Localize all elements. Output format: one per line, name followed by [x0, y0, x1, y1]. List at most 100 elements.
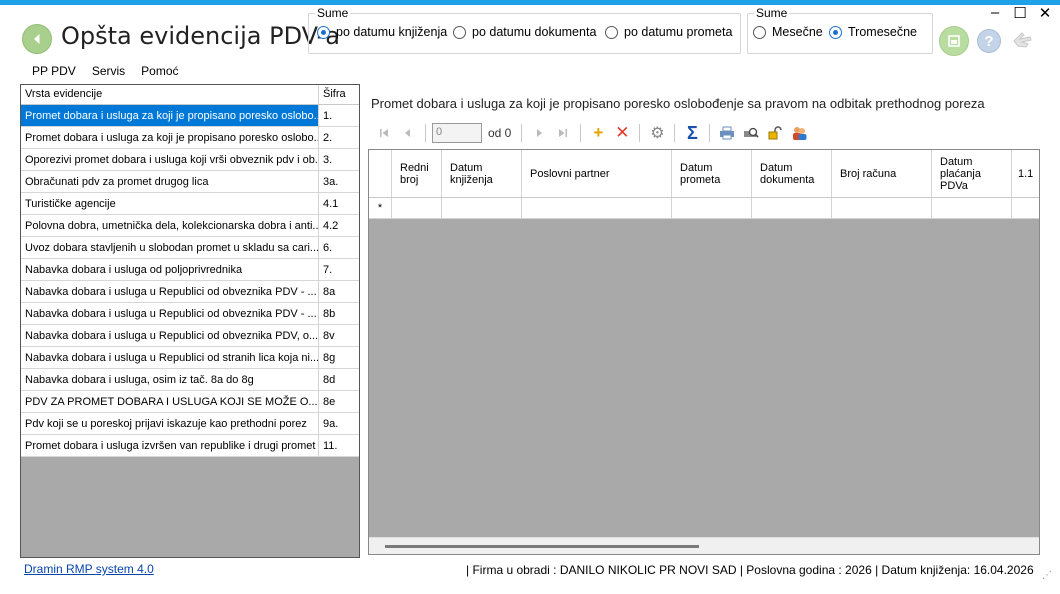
- cell-datum-knjizenja[interactable]: [442, 198, 522, 219]
- minimize-button[interactable]: –: [984, 4, 1006, 21]
- evidencija-row[interactable]: Promet dobara i usluga izvršen van repub…: [21, 435, 359, 457]
- move-first-icon[interactable]: [373, 122, 395, 144]
- evidencija-name-cell[interactable]: Nabavka dobara i usluga u Republici od o…: [21, 281, 319, 302]
- evidencija-code-cell[interactable]: 8a: [319, 281, 359, 302]
- evidencija-row[interactable]: Nabavka dobara i usluga u Republici od s…: [21, 347, 359, 369]
- column-header-datum-knjizenja[interactable]: Datum knjiženja: [442, 150, 522, 197]
- evidencija-row[interactable]: Uvoz dobara stavljenih u slobodan promet…: [21, 237, 359, 259]
- maximize-button[interactable]: ☐: [1009, 4, 1031, 22]
- evidencija-row[interactable]: Nabavka dobara i usluga u Republici od o…: [21, 303, 359, 325]
- radio-po-datumu-prometa[interactable]: po datumu prometa: [605, 25, 732, 39]
- evidencija-name-cell[interactable]: Polovna dobra, umetnička dela, kolekcion…: [21, 215, 319, 236]
- evidencija-code-cell[interactable]: 9a.: [319, 413, 359, 434]
- evidencija-name-cell[interactable]: Nabavka dobara i usluga u Republici od o…: [21, 303, 319, 324]
- hand-pointer-icon[interactable]: [1010, 27, 1036, 53]
- menu-pomoc[interactable]: Pomoć: [133, 62, 186, 80]
- evidencija-row[interactable]: Nabavka dobara i usluga, osim iz tač. 8a…: [21, 369, 359, 391]
- new-row[interactable]: *: [369, 198, 1039, 219]
- delete-icon[interactable]: ✕: [611, 122, 633, 144]
- radio-po-datumu-knjizenja[interactable]: po datumu knjiženja: [317, 25, 447, 39]
- add-new-icon[interactable]: +: [587, 122, 609, 144]
- evidencija-row[interactable]: Pdv koji se u poreskoj prijavi iskazuje …: [21, 413, 359, 435]
- cell-poslovni-partner[interactable]: [522, 198, 672, 219]
- column-header-poslovni-partner[interactable]: Poslovni partner: [522, 150, 672, 197]
- product-link[interactable]: Dramin RMP system 4.0: [24, 562, 154, 576]
- evidencija-code-cell[interactable]: 3.: [319, 149, 359, 170]
- evidencija-row[interactable]: Nabavka dobara i usluga u Republici od o…: [21, 325, 359, 347]
- evidencija-name-cell[interactable]: Promet dobara i usluga izvršen van repub…: [21, 435, 319, 456]
- evidencija-code-cell[interactable]: 8b: [319, 303, 359, 324]
- position-input[interactable]: 0: [432, 123, 482, 143]
- evidencija-row[interactable]: Turističke agencije 4.1: [21, 193, 359, 215]
- evidencija-row[interactable]: PDV ZA PROMET DOBARA I USLUGA KOJI SE MO…: [21, 391, 359, 413]
- menu-pp-pdv[interactable]: PP PDV: [24, 62, 84, 80]
- evidencija-name-cell[interactable]: Nabavka dobara i usluga u Republici od s…: [21, 347, 319, 368]
- radio-tromesecne[interactable]: Tromesečne: [829, 25, 917, 39]
- cell-datum-prometa[interactable]: [672, 198, 752, 219]
- evidencija-code-cell[interactable]: 8e: [319, 391, 359, 412]
- cell-datum-dokumenta[interactable]: [752, 198, 832, 219]
- evidencija-code-cell[interactable]: 8v: [319, 325, 359, 346]
- evidencija-code-cell[interactable]: 1.: [319, 105, 359, 126]
- evidencija-name-cell[interactable]: PDV ZA PROMET DOBARA I USLUGA KOJI SE MO…: [21, 391, 319, 412]
- menu-servis[interactable]: Servis: [84, 62, 133, 80]
- print-preview-icon[interactable]: [740, 122, 762, 144]
- evidencija-name-cell[interactable]: Turističke agencije: [21, 193, 319, 214]
- evidencija-code-cell[interactable]: 3a.: [319, 171, 359, 192]
- evidencija-code-cell[interactable]: 6.: [319, 237, 359, 258]
- column-header-vrsta[interactable]: Vrsta evidencije: [21, 85, 319, 104]
- column-header-redni-broj[interactable]: Redni broj: [392, 150, 442, 197]
- column-header-datum-dokumenta[interactable]: Datum dokumenta: [752, 150, 832, 197]
- evidencija-row[interactable]: Promet dobara i usluga za koji je propis…: [21, 105, 359, 127]
- settings-gear-icon[interactable]: ⚙: [646, 122, 668, 144]
- evidencija-name-cell[interactable]: Obračunati pdv za promet drugog lica: [21, 171, 319, 192]
- evidencija-name-cell[interactable]: Pdv koji se u poreskoj prijavi iskazuje …: [21, 413, 319, 434]
- evidencija-row[interactable]: Nabavka dobara i usluga od poljoprivredn…: [21, 259, 359, 281]
- back-arrow-icon[interactable]: [22, 24, 52, 54]
- column-header-1-1[interactable]: 1.1: [1012, 150, 1039, 197]
- evidencija-code-cell[interactable]: 7.: [319, 259, 359, 280]
- cell-datum-placanja-pdva[interactable]: [932, 198, 1012, 219]
- evidencija-row[interactable]: Polovna dobra, umetnička dela, kolekcion…: [21, 215, 359, 237]
- move-last-icon[interactable]: [552, 122, 574, 144]
- evidencija-code-cell[interactable]: 8d: [319, 369, 359, 390]
- evidencija-row[interactable]: Oporezivi promet dobara i usluga koji vr…: [21, 149, 359, 171]
- cell-redni-broj[interactable]: [392, 198, 442, 219]
- evidencija-name-cell[interactable]: Oporezivi promet dobara i usluga koji vr…: [21, 149, 319, 170]
- sume-group-legend: Sume: [756, 6, 788, 20]
- scrollbar-thumb[interactable]: [385, 545, 699, 548]
- evidencija-name-cell[interactable]: Nabavka dobara i usluga u Republici od o…: [21, 325, 319, 346]
- evidencija-name-cell[interactable]: Nabavka dobara i usluga od poljoprivredn…: [21, 259, 319, 280]
- print-icon[interactable]: [716, 122, 738, 144]
- resize-grip-icon[interactable]: ⋰: [1042, 570, 1052, 581]
- help-icon[interactable]: ?: [977, 29, 1001, 53]
- column-header-broj-racuna[interactable]: Broj računa: [832, 150, 932, 197]
- evidencija-code-cell[interactable]: 8g: [319, 347, 359, 368]
- evidencija-row[interactable]: Nabavka dobara i usluga u Republici od o…: [21, 281, 359, 303]
- evidencija-name-cell[interactable]: Promet dobara i usluga za koji je propis…: [21, 127, 319, 148]
- evidencija-code-cell[interactable]: 2.: [319, 127, 359, 148]
- evidencija-name-cell[interactable]: Promet dobara i usluga za koji je propis…: [21, 105, 319, 126]
- evidencija-name-cell[interactable]: Nabavka dobara i usluga, osim iz tač. 8a…: [21, 369, 319, 390]
- column-header-sifra[interactable]: Šifra: [319, 85, 359, 104]
- evidencija-code-cell[interactable]: 4.2: [319, 215, 359, 236]
- evidencija-code-cell[interactable]: 11.: [319, 435, 359, 456]
- radio-po-datumu-dokumenta[interactable]: po datumu dokumenta: [453, 25, 596, 39]
- users-icon[interactable]: [788, 122, 810, 144]
- lock-icon[interactable]: [764, 122, 786, 144]
- radio-mesecne[interactable]: Mesečne: [753, 25, 823, 39]
- cell-1-1[interactable]: [1012, 198, 1039, 219]
- evidencija-row[interactable]: Promet dobara i usluga za koji je propis…: [21, 127, 359, 149]
- evidencija-row[interactable]: Obračunati pdv za promet drugog lica 3a.: [21, 171, 359, 193]
- sum-sigma-icon[interactable]: Σ: [681, 122, 703, 144]
- move-next-icon[interactable]: [528, 122, 550, 144]
- close-button[interactable]: ✕: [1034, 4, 1056, 22]
- column-header-datum-prometa[interactable]: Datum prometa: [672, 150, 752, 197]
- evidencija-code-cell[interactable]: 4.1: [319, 193, 359, 214]
- horizontal-scrollbar[interactable]: [369, 537, 1039, 554]
- cell-broj-racuna[interactable]: [832, 198, 932, 219]
- move-previous-icon[interactable]: [397, 122, 419, 144]
- evidencija-name-cell[interactable]: Uvoz dobara stavljenih u slobodan promet…: [21, 237, 319, 258]
- calculator-icon[interactable]: [939, 26, 969, 56]
- column-header-datum-placanja-pdva[interactable]: Datum plaćanja PDVa: [932, 150, 1012, 197]
